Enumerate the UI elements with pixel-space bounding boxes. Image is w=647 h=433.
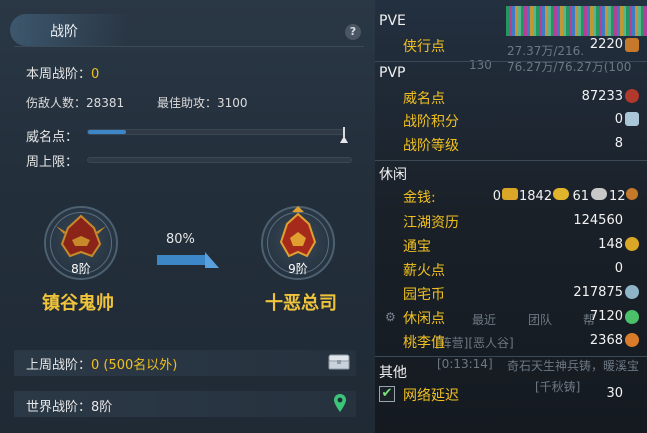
rank-level-label: 战阶等级 [403, 138, 459, 154]
latency-value: 30 [606, 386, 623, 401]
rank-level-value: 8 [614, 136, 623, 151]
tab-recent: 最近 [472, 313, 497, 327]
next-rank-name: 十恶总司 [265, 293, 337, 314]
crystal-icon [625, 112, 639, 126]
enemies-value: 28381 [86, 96, 125, 110]
pvp-divider [375, 160, 647, 161]
weekly-rank-label: 本周战阶： [26, 67, 92, 82]
leisure-points-label: 休闲点 [403, 311, 445, 327]
copper-coin-icon [626, 188, 638, 200]
help-icon[interactable]: ? [345, 24, 361, 40]
silver-ingot-icon [591, 188, 607, 200]
rank-progress-percent: 80% [166, 232, 195, 247]
current-rank-name: 镇谷鬼帅 [42, 293, 114, 314]
pve-title: PVE [379, 13, 406, 29]
leaf-icon [625, 310, 639, 324]
taoli-value: 2368 [589, 333, 623, 348]
other-title: 其他 [379, 365, 407, 381]
yuanzhai-value: 217875 [573, 285, 623, 300]
map-pin-icon[interactable] [334, 394, 346, 412]
tab-team: 团队 [528, 313, 553, 327]
chat-line-1: [阵营][恶人谷] [435, 336, 514, 350]
rank-panel: 战阶 ? 本周战阶：0 伤敌人数：28381 最佳助攻：3100 威名点： 周上… [0, 0, 375, 433]
leisure-points-value: 7120 [589, 309, 623, 324]
next-rank-level: 9阶 [288, 262, 308, 276]
tongbao-value: 148 [598, 237, 623, 252]
current-rank-emblem[interactable]: 8阶 [44, 206, 118, 280]
panel-title: 战阶 [50, 24, 78, 40]
weekly-rank-row: 本周战阶：0 [26, 63, 99, 82]
weekly-cap-label: 周上限： [26, 155, 79, 170]
weekly-rank-value: 0 [91, 67, 100, 82]
prestige-marker-icon [340, 127, 348, 145]
header-divider [14, 46, 364, 47]
tongbao-label: 通宝 [403, 239, 431, 255]
enemies-row: 伤敌人数：28381 [26, 94, 124, 111]
tongbao-coin-icon [625, 237, 639, 251]
xinhuo-value: 0 [614, 261, 623, 276]
prestige-points-value: 87233 [581, 89, 623, 104]
currency-panel: 27.37万/216. 130 76.27万/76.27万(100 PVE 侠行… [375, 0, 647, 433]
xiaxing-value: 2220 [589, 37, 623, 52]
assists-label: 最佳助攻： [157, 96, 218, 110]
prestige-bar-fill [88, 130, 127, 134]
assists-value: 3100 [217, 96, 248, 110]
gear-icon[interactable]: ⚙ [385, 310, 396, 324]
enemies-label: 伤敌人数： [26, 96, 87, 110]
rank-score-value: 0 [614, 112, 623, 127]
world-rank-row: 世界战阶：8阶 [26, 396, 112, 415]
chat-line-3: 奇石天生神兵铸，暖溪宝 [507, 359, 640, 373]
last-week-value: 0 (500名以外) [91, 358, 178, 373]
gold-brick-icon [502, 188, 518, 200]
pvp-title: PVP [379, 65, 406, 81]
background-status-bars [506, 6, 647, 36]
latency-label: 网络延迟 [403, 388, 459, 404]
money-value-copper: 12 [609, 189, 626, 204]
money-value-gold: 1842 [519, 189, 553, 204]
money-value-silver: 61 [572, 189, 589, 204]
last-week-row: 上周战阶：0 (500名以外) [26, 354, 177, 373]
panel-header: 战阶 [0, 10, 375, 48]
assists-row: 最佳助攻：3100 [157, 94, 248, 111]
gold-ingot-icon [553, 188, 569, 200]
world-rank-value: 8阶 [91, 400, 113, 415]
prestige-points-label: 威名点 [403, 91, 445, 107]
current-rank-level: 8阶 [71, 262, 91, 276]
arrow-right-icon [157, 252, 219, 268]
xiaxing-label: 侠行点 [403, 39, 445, 55]
xinhuo-label: 薪火点 [403, 263, 445, 279]
prestige-label: 威名点： [26, 130, 79, 145]
yuanzhai-coin-icon [625, 285, 639, 299]
reward-chest-icon[interactable] [328, 354, 350, 370]
latency-checkbox[interactable]: ✔ [379, 386, 395, 402]
weekly-cap-bar [87, 157, 352, 163]
chat-line-2: [0:13:14] [437, 357, 493, 371]
next-rank-emblem[interactable]: 9阶 [261, 206, 335, 280]
money-value-brick: 0 [492, 189, 501, 204]
last-week-label: 上周战阶： [26, 358, 92, 373]
taoli-label: 桃李值 [403, 335, 445, 351]
money-label: 金钱: [403, 190, 436, 206]
leisure-title: 休闲 [379, 167, 407, 183]
jianghu-label: 江湖资历 [403, 215, 459, 231]
prestige-bar [87, 129, 345, 135]
prestige-medal-icon [625, 89, 639, 103]
pve-divider [375, 61, 647, 62]
sword-icon [625, 38, 639, 52]
world-rank-label: 世界战阶： [26, 400, 92, 415]
rank-score-label: 战阶积分 [403, 114, 459, 130]
yuanzhai-label: 园宅币 [403, 287, 445, 303]
jianghu-value: 124560 [573, 213, 623, 228]
peach-icon [625, 333, 639, 347]
